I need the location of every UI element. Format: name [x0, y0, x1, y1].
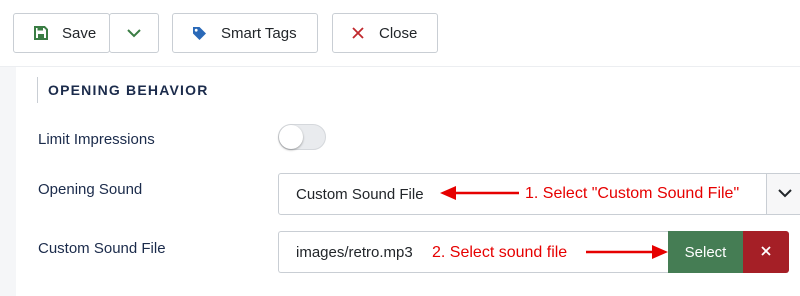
floppy-disk-icon [34, 26, 48, 40]
opening-sound-selected-value: Custom Sound File [296, 186, 424, 203]
annotation-step-2: 2. Select sound file [432, 244, 568, 261]
chevron-down-icon [126, 28, 142, 38]
custom-sound-file-value: images/retro.mp3 [296, 244, 413, 261]
limit-impressions-toggle[interactable] [278, 124, 326, 150]
clear-file-button[interactable] [743, 231, 789, 273]
tag-icon [192, 26, 207, 41]
save-button[interactable]: Save [13, 13, 110, 53]
annotation-step-1: 1. Select "Custom Sound File" [525, 185, 740, 202]
select-caret[interactable] [766, 174, 800, 214]
opening-sound-label: Opening Sound [38, 181, 143, 198]
save-label: Save [62, 24, 97, 42]
annotation-arrow-2 [586, 245, 668, 259]
close-x-icon [761, 243, 771, 261]
close-button[interactable]: Close [332, 13, 438, 53]
smart-tags-label: Smart Tags [221, 24, 297, 42]
chevron-down-icon [777, 185, 793, 203]
custom-sound-file-label: Custom Sound File [38, 240, 166, 257]
section-heading: OPENING BEHAVIOR [37, 77, 209, 103]
toolbar: Save Smart Tags Close [0, 0, 800, 67]
smart-tags-button[interactable]: Smart Tags [172, 13, 318, 53]
save-options-dropdown-button[interactable] [109, 13, 159, 53]
close-x-icon [352, 27, 364, 39]
limit-impressions-label: Limit Impressions [38, 131, 155, 148]
panel-margin [0, 67, 16, 296]
close-label: Close [379, 24, 418, 42]
select-file-button[interactable]: Select [668, 231, 743, 273]
toggle-knob [279, 125, 303, 149]
annotation-arrow-1 [440, 186, 519, 200]
